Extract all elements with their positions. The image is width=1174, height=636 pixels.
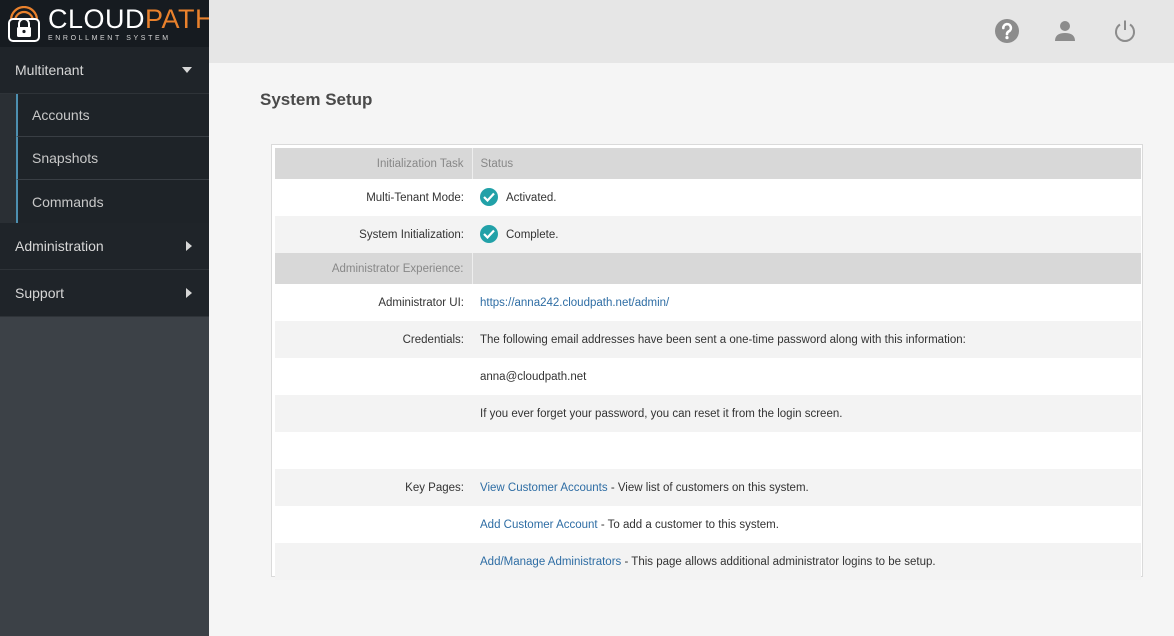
logo-text-cloud: CLOUD — [48, 3, 146, 34]
column-header-task: Initialization Task — [275, 148, 473, 179]
table-header-row: Initialization Task Status — [275, 148, 1141, 179]
link-description: - To add a customer to this system. — [597, 518, 779, 531]
row-value: Activated. — [472, 179, 1141, 216]
table-row: Administrator UI: https://anna242.cloudp… — [275, 284, 1141, 321]
section-header-label: Administrator Experience: — [275, 253, 473, 284]
sidebar-item-label: Accounts — [32, 107, 90, 123]
setup-panel: Initialization Task Status Multi-Tenant … — [271, 144, 1143, 580]
credentials-email: anna@cloudpath.net — [480, 370, 587, 383]
status-text: Activated. — [506, 191, 557, 204]
sidebar-item-label: Commands — [32, 193, 104, 210]
sidebar-item-administration[interactable]: Administration — [0, 223, 209, 270]
sidebar-item-label: Multitenant — [15, 62, 84, 78]
table-row — [275, 432, 1141, 469]
page-title: System Setup — [260, 90, 373, 109]
row-label: Administrator UI: — [378, 296, 464, 309]
sidebar-item-support[interactable]: Support — [0, 270, 209, 317]
setup-table: Initialization Task Status Multi-Tenant … — [275, 148, 1141, 580]
section-header-row: Administrator Experience: — [275, 253, 1141, 284]
table-row: Add/Manage Administrators - This page al… — [275, 543, 1141, 580]
logo-text-path: PATH — [145, 3, 216, 34]
row-value: Complete. — [472, 216, 1141, 253]
sidebar-item-label: Snapshots — [32, 150, 99, 166]
view-customer-accounts-link[interactable]: View Customer Accounts — [480, 482, 608, 494]
caret-down-icon — [182, 67, 192, 73]
sidebar-item-snapshots[interactable]: Snapshots — [16, 137, 209, 180]
add-manage-administrators-link[interactable]: Add/Manage Administrators — [480, 556, 621, 568]
sidebar: CLOUDPATH ENROLLMENT SYSTEM Multitenant … — [0, 0, 215, 636]
logo[interactable]: CLOUDPATH ENROLLMENT SYSTEM — [0, 0, 215, 47]
power-icon[interactable] — [1112, 18, 1138, 44]
check-circle-icon — [480, 187, 498, 206]
main-content: System Setup Initialization Task Status … — [209, 63, 1174, 636]
logo-subtitle: ENROLLMENT SYSTEM — [48, 34, 171, 42]
caret-right-icon — [186, 241, 192, 251]
admin-ui-link[interactable]: https://anna242.cloudpath.net/admin/ — [480, 297, 669, 309]
lock-wifi-icon — [5, 5, 43, 42]
row-label: Multi-Tenant Mode: — [366, 191, 464, 204]
row-label: Credentials: — [275, 321, 472, 358]
multitenant-submenu: Accounts Snapshots Commands — [0, 94, 209, 223]
table-row: System Initialization: Complete. — [275, 216, 1141, 253]
table-row: anna@cloudpath.net — [275, 358, 1141, 395]
caret-right-icon — [186, 288, 192, 298]
top-bar — [209, 0, 1174, 63]
table-row: Add Customer Account - To add a customer… — [275, 506, 1141, 543]
add-customer-account-link[interactable]: Add Customer Account — [480, 519, 598, 531]
sidebar-item-multitenant[interactable]: Multitenant — [0, 47, 209, 94]
user-icon[interactable] — [1052, 18, 1078, 44]
table-row: If you ever forget your password, you ca… — [275, 395, 1141, 432]
table-row: Credentials: The following email address… — [275, 321, 1141, 358]
sidebar-item-commands[interactable]: Commands — [16, 180, 209, 223]
table-row: Key Pages: View Customer Accounts - View… — [275, 469, 1141, 506]
credentials-text: The following email addresses have been … — [472, 321, 1141, 358]
sidebar-item-accounts[interactable]: Accounts — [16, 94, 209, 137]
credentials-note: If you ever forget your password, you ca… — [472, 395, 1141, 432]
status-text: Complete. — [506, 228, 559, 241]
row-label: System Initialization: — [275, 216, 472, 253]
column-header-status: Status — [472, 148, 1141, 179]
row-label: Key Pages: — [275, 469, 472, 506]
sidebar-item-label: Support — [15, 285, 65, 301]
check-circle-icon — [480, 224, 498, 243]
link-description: - This page allows additional administra… — [621, 555, 936, 568]
table-row: Multi-Tenant Mode: Activated. — [275, 179, 1141, 216]
sidebar-item-label: Administration — [15, 238, 104, 254]
link-description: - View list of customers on this system. — [607, 481, 809, 494]
help-icon[interactable] — [994, 18, 1020, 44]
